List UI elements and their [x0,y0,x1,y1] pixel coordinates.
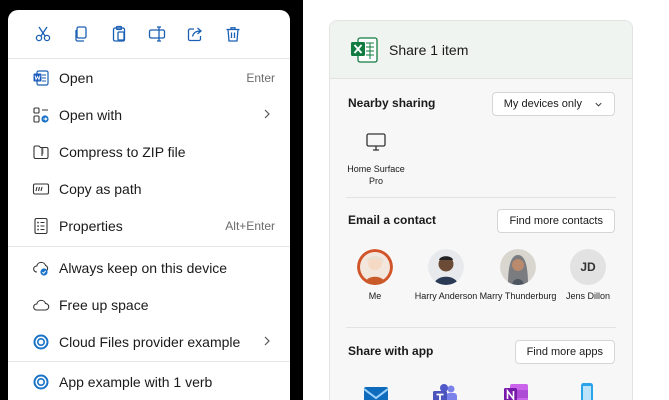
contact-name: Me [368,291,382,301]
chevron-right-icon [264,336,270,346]
menu-item-label: Compress to ZIP file [59,143,186,160]
share-with-app-label: Share with app [348,344,434,358]
contact-harry-anderson[interactable]: Harry Anderson [406,249,486,302]
contact-me[interactable]: Me [335,249,415,302]
menu-item-compress-zip[interactable]: Compress to ZIP file [8,133,290,170]
dropdown-value: My devices only [503,98,582,110]
delete-icon [226,27,240,42]
rename-button[interactable] [138,19,176,49]
ring-icon [32,333,50,351]
paste-icon [112,25,126,42]
ring-icon [32,373,50,391]
contacts-list: Me Harry Anderson Marry Thunderburg JD J… [330,249,632,319]
nearby-device[interactable]: Home Surface Pro [346,132,406,187]
word-doc-icon [32,69,50,87]
menu-separator [8,361,290,362]
phone-app-icon[interactable] [574,382,600,400]
menu-item-copy-as-path[interactable]: Copy as path [8,170,290,207]
apps-list [330,377,632,400]
contact-marry-thunderburg[interactable]: Marry Thunderburg [478,249,558,302]
email-contact-row: Email a contact Find more contacts [330,201,632,239]
mail-app-icon[interactable] [363,382,389,400]
avatar [428,249,464,285]
context-menu-backdrop: Open Enter Open with Compress to ZIP fil… [0,0,303,400]
cut-button[interactable] [24,19,62,49]
find-more-contacts-button[interactable]: Find more contacts [497,209,615,233]
share-header: Share 1 item [330,21,632,79]
copy-path-icon [32,180,50,198]
menu-separator [8,246,290,247]
menu-item-open[interactable]: Open Enter [8,59,290,96]
avatar [500,249,536,285]
menu-item-cloud-files-provider[interactable]: Cloud Files provider example [8,323,290,360]
monitor-icon [366,133,386,151]
menu-item-label: Open [59,69,94,86]
menu-item-label: Cloud Files provider example [59,333,241,350]
menu-item-open-with[interactable]: Open with [8,96,290,133]
screenshot-stage: Open Enter Open with Compress to ZIP fil… [0,0,669,400]
open-with-icon [32,106,50,124]
section-divider [346,327,616,328]
button-label: Find more apps [526,346,603,358]
menu-item-shortcut: Alt+Enter [225,218,275,233]
menu-item-free-up-space[interactable]: Free up space [8,286,290,323]
context-menu: Open Enter Open with Compress to ZIP fil… [8,10,290,400]
share-button[interactable] [176,19,214,49]
contact-name: Marry Thunderburg [479,291,557,301]
context-menu-toolbar [8,10,290,58]
rename-icon [148,26,166,42]
copy-icon [75,26,87,42]
menu-item-shortcut: Enter [246,70,275,85]
cut-icon [35,26,51,42]
share-panel: Share 1 item Nearby sharing My devices o… [329,20,633,400]
delete-button[interactable] [214,19,252,49]
nearby-sharing-label: Nearby sharing [348,96,436,110]
menu-item-properties[interactable]: Properties Alt+Enter [8,207,290,244]
avatar [357,249,393,285]
menu-item-app-example[interactable]: App example with 1 verb [8,363,290,400]
menu-item-label: Open with [59,106,123,123]
contact-name: Harry Anderson [414,291,478,301]
share-icon [187,27,202,42]
menu-item-always-keep[interactable]: Always keep on this device [8,249,290,286]
menu-item-label: Free up space [59,296,149,313]
properties-icon [32,217,50,235]
onenote-app-icon[interactable] [503,382,529,400]
chevron-down-icon [595,102,602,107]
nearby-sharing-row: Nearby sharing My devices only [330,84,632,122]
teams-app-icon[interactable] [432,382,458,400]
cloud-icon [32,296,50,314]
find-more-apps-button[interactable]: Find more apps [514,340,615,364]
menu-item-label: Always keep on this device [59,259,228,276]
copy-button[interactable] [62,19,100,49]
zip-folder-icon [32,143,50,161]
contact-name: Jens Dillon [565,291,611,301]
cloud-sync-icon [32,259,50,277]
excel-file-icon [351,36,378,63]
menu-item-label: App example with 1 verb [59,373,213,390]
button-label: Find more contacts [509,215,603,227]
email-contact-label: Email a contact [348,213,437,227]
contact-jens-dillon[interactable]: JD Jens Dillon [548,249,628,302]
device-name: Home Surface Pro [347,164,405,186]
share-with-app-row: Share with app Find more apps [330,332,632,370]
section-divider [346,197,616,198]
nearby-sharing-dropdown[interactable]: My devices only [491,92,615,116]
share-title: Share 1 item [389,41,469,58]
contact-initials: JD [570,249,606,285]
menu-item-label: Properties [59,217,123,234]
chevron-right-icon [264,109,270,119]
menu-item-label: Copy as path [59,180,142,197]
paste-button[interactable] [100,19,138,49]
